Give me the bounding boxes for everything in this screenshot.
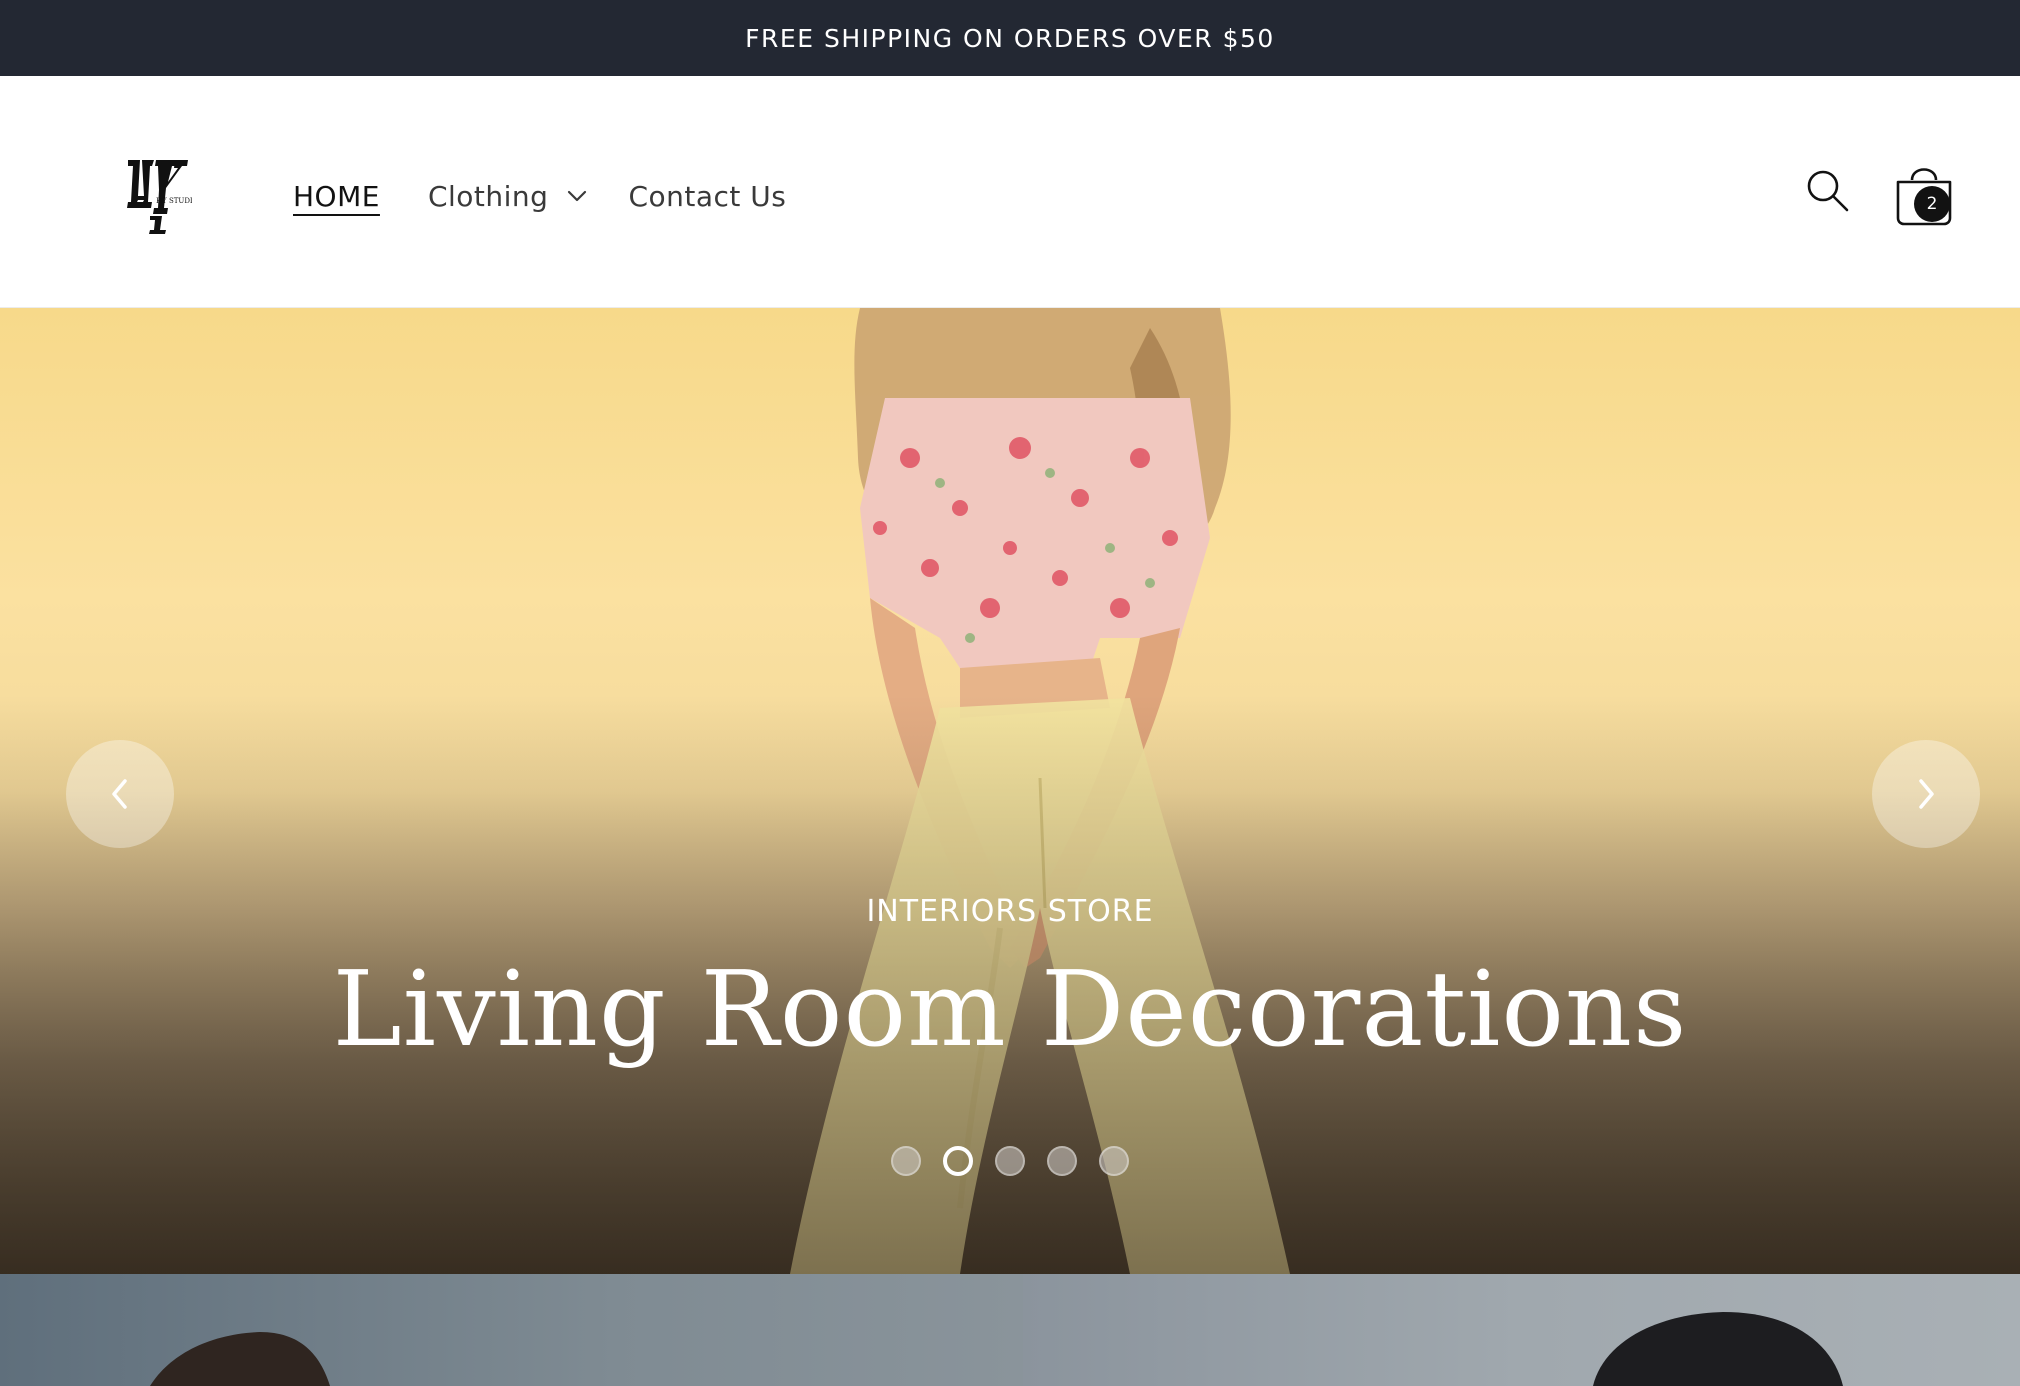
- slide-dot-2[interactable]: [943, 1146, 973, 1176]
- announcement-bar: FREE SHIPPING ON ORDERS OVER $50: [0, 0, 2020, 76]
- slide-dot-3[interactable]: [995, 1146, 1025, 1176]
- slide-prev-button[interactable]: [66, 740, 174, 848]
- slide-dot-1[interactable]: [891, 1146, 921, 1176]
- chevron-down-icon: [568, 190, 587, 202]
- hero-overlay: [0, 308, 2020, 1274]
- nav-contact-us[interactable]: Contact Us: [628, 172, 786, 220]
- chevron-left-icon: [112, 779, 127, 809]
- hero-kicker: INTERIORS STORE: [866, 894, 1154, 929]
- nav-home[interactable]: HOME: [293, 172, 380, 220]
- slide-next-button[interactable]: [1872, 740, 1980, 848]
- site-header: HY STUDIO HOME Clothing Contact Us: [0, 76, 2020, 308]
- hero-title: Living Room Decorations: [332, 948, 1688, 1070]
- svg-text:HY STUDIO: HY STUDIO: [156, 197, 192, 205]
- hero-slideshow: INTERIORS STORE Living Room Decorations: [0, 308, 2020, 1274]
- nav-clothing-label: Clothing: [427, 179, 549, 213]
- slide-dot-5[interactable]: [1099, 1146, 1129, 1176]
- cart-count-badge: 2: [1914, 186, 1950, 222]
- collection-tile-left[interactable]: [0, 1274, 1023, 1386]
- collection-tile-right[interactable]: [1023, 1274, 2020, 1386]
- slide-dot-4[interactable]: [1047, 1146, 1077, 1176]
- collection-image-right: [1593, 1312, 1843, 1386]
- slide-dots: [0, 1146, 2020, 1176]
- nav-clothing[interactable]: Clothing: [428, 172, 588, 220]
- logo[interactable]: HY STUDIO: [122, 156, 199, 236]
- main-nav: HOME Clothing Contact Us: [293, 172, 786, 220]
- collection-image-left: [150, 1332, 330, 1386]
- search-icon[interactable]: [1806, 169, 1850, 213]
- hy-studio-logo-icon: HY STUDIO: [127, 160, 199, 234]
- announcement-text: FREE SHIPPING ON ORDERS OVER $50: [745, 23, 1275, 53]
- chevron-right-icon: [1919, 779, 1934, 809]
